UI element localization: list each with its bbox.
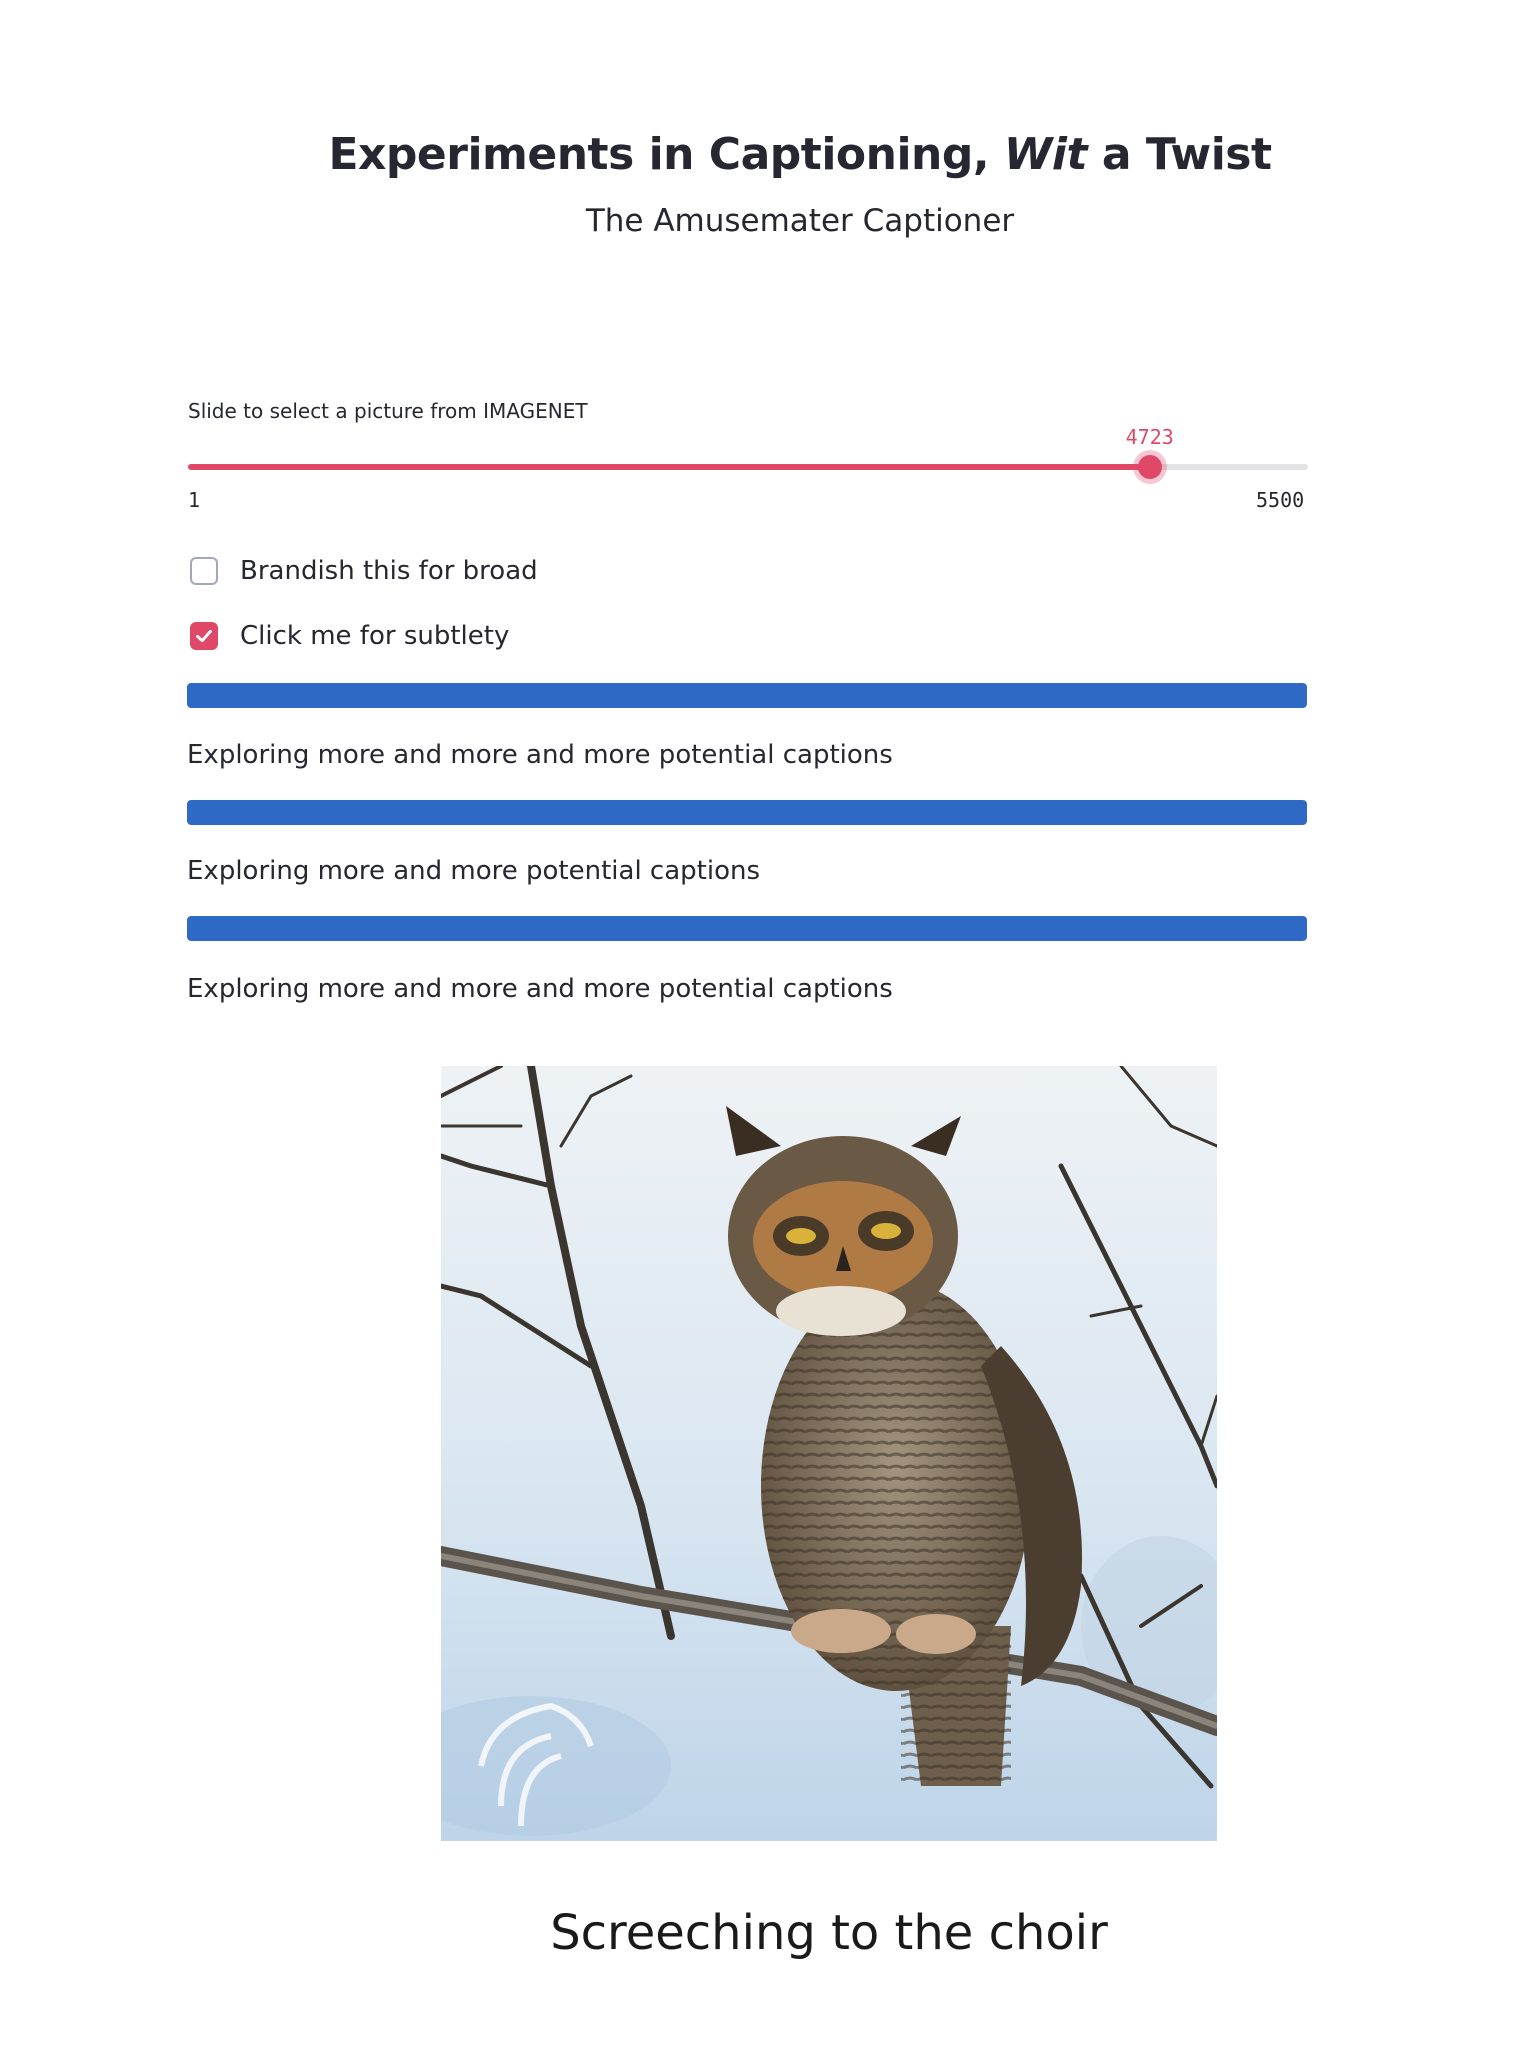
slider-value: 4723 — [1125, 425, 1174, 449]
broad-checkbox-label: Brandish this for broad — [240, 556, 538, 586]
checkmark-icon — [196, 629, 212, 643]
slider-min-label: 1 — [188, 488, 201, 512]
progress-fill — [187, 800, 1307, 825]
slider-fill — [188, 464, 1150, 470]
title-part2: a Twist — [1087, 129, 1272, 181]
image-slider[interactable] — [188, 455, 1308, 479]
slider-thumb[interactable] — [1137, 455, 1162, 479]
generated-caption: Screeching to the choir — [550, 1905, 1108, 1961]
subtlety-checkbox[interactable] — [190, 622, 218, 650]
broad-checkbox-row[interactable]: Brandish this for broad — [190, 554, 538, 588]
progress-bar-2 — [187, 800, 1307, 825]
page-title: Experiments in Captioning, Wit a Twist — [0, 129, 1528, 180]
progress-text-3: Exploring more and more and more potenti… — [187, 974, 893, 1004]
progress-bar-3 — [187, 916, 1307, 941]
owl-photo — [441, 1066, 1217, 1841]
subtlety-checkbox-row[interactable]: Click me for subtlety — [190, 619, 509, 653]
progress-text-2: Exploring more and more potential captio… — [187, 856, 761, 886]
page-subtitle: The Amusemater Captioner — [585, 203, 1015, 239]
progress-fill — [187, 683, 1307, 708]
progress-bar-1 — [187, 683, 1307, 708]
progress-fill — [187, 916, 1307, 941]
slider-label: Slide to select a picture from IMAGENET — [188, 399, 588, 423]
title-italic: Wit — [1003, 129, 1088, 181]
subtlety-checkbox-label: Click me for subtlety — [240, 621, 510, 651]
owl-illustration — [441, 1066, 1217, 1841]
progress-text-1: Exploring more and more and more potenti… — [187, 740, 893, 770]
title-part1: Experiments in Captioning, — [328, 129, 1004, 181]
slider-max-label: 5500 — [1256, 488, 1305, 512]
broad-checkbox[interactable] — [190, 557, 218, 585]
